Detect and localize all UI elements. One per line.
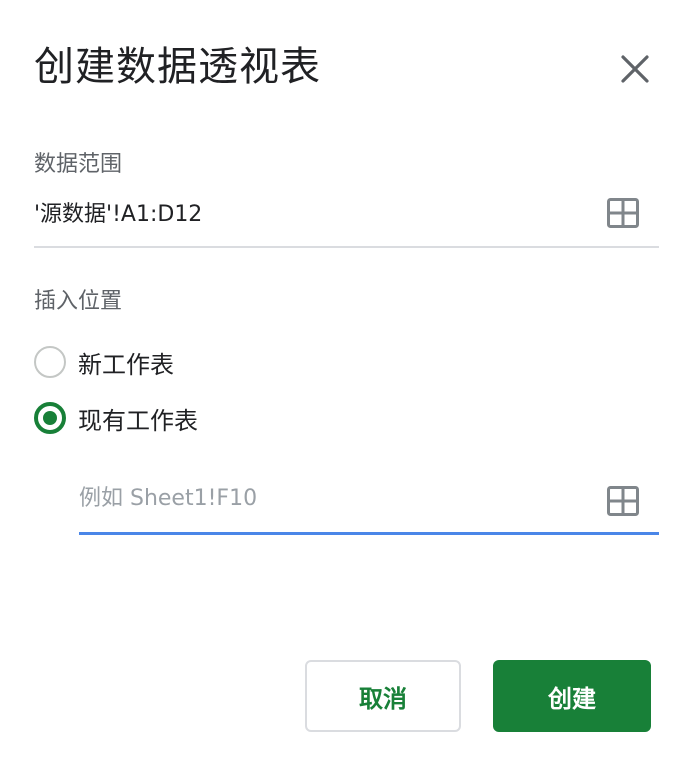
- data-range-field[interactable]: '源数据'!A1:D12: [34, 190, 659, 248]
- insert-location-select-button[interactable]: [607, 486, 641, 516]
- create-button[interactable]: 创建: [493, 660, 651, 732]
- dialog-title: 创建数据透视表: [34, 44, 321, 90]
- create-pivot-table-dialog: 创建数据透视表 数据范围 '源数据'!A1:D12 插入位置 新工作表 现有工作…: [0, 0, 687, 764]
- data-range-select-button[interactable]: [607, 198, 641, 228]
- grid-select-icon: [607, 486, 639, 516]
- radio-new-sheet-label: 新工作表: [78, 350, 174, 379]
- cancel-button[interactable]: 取消: [305, 660, 461, 732]
- close-icon: [621, 55, 649, 83]
- radio-button-selected[interactable]: [34, 402, 66, 434]
- grid-select-icon: [607, 198, 639, 228]
- data-range-value[interactable]: '源数据'!A1:D12: [34, 196, 202, 228]
- radio-existing-sheet-label: 现有工作表: [78, 406, 198, 435]
- insert-location-field[interactable]: [79, 470, 659, 535]
- radio-button-unselected[interactable]: [34, 346, 66, 378]
- close-button[interactable]: [612, 46, 658, 92]
- radio-existing-sheet[interactable]: 现有工作表: [34, 400, 198, 436]
- insert-location-label: 插入位置: [34, 289, 123, 314]
- insert-location-input[interactable]: [79, 480, 579, 516]
- data-range-label: 数据范围: [34, 152, 123, 177]
- radio-new-sheet[interactable]: 新工作表: [34, 344, 174, 380]
